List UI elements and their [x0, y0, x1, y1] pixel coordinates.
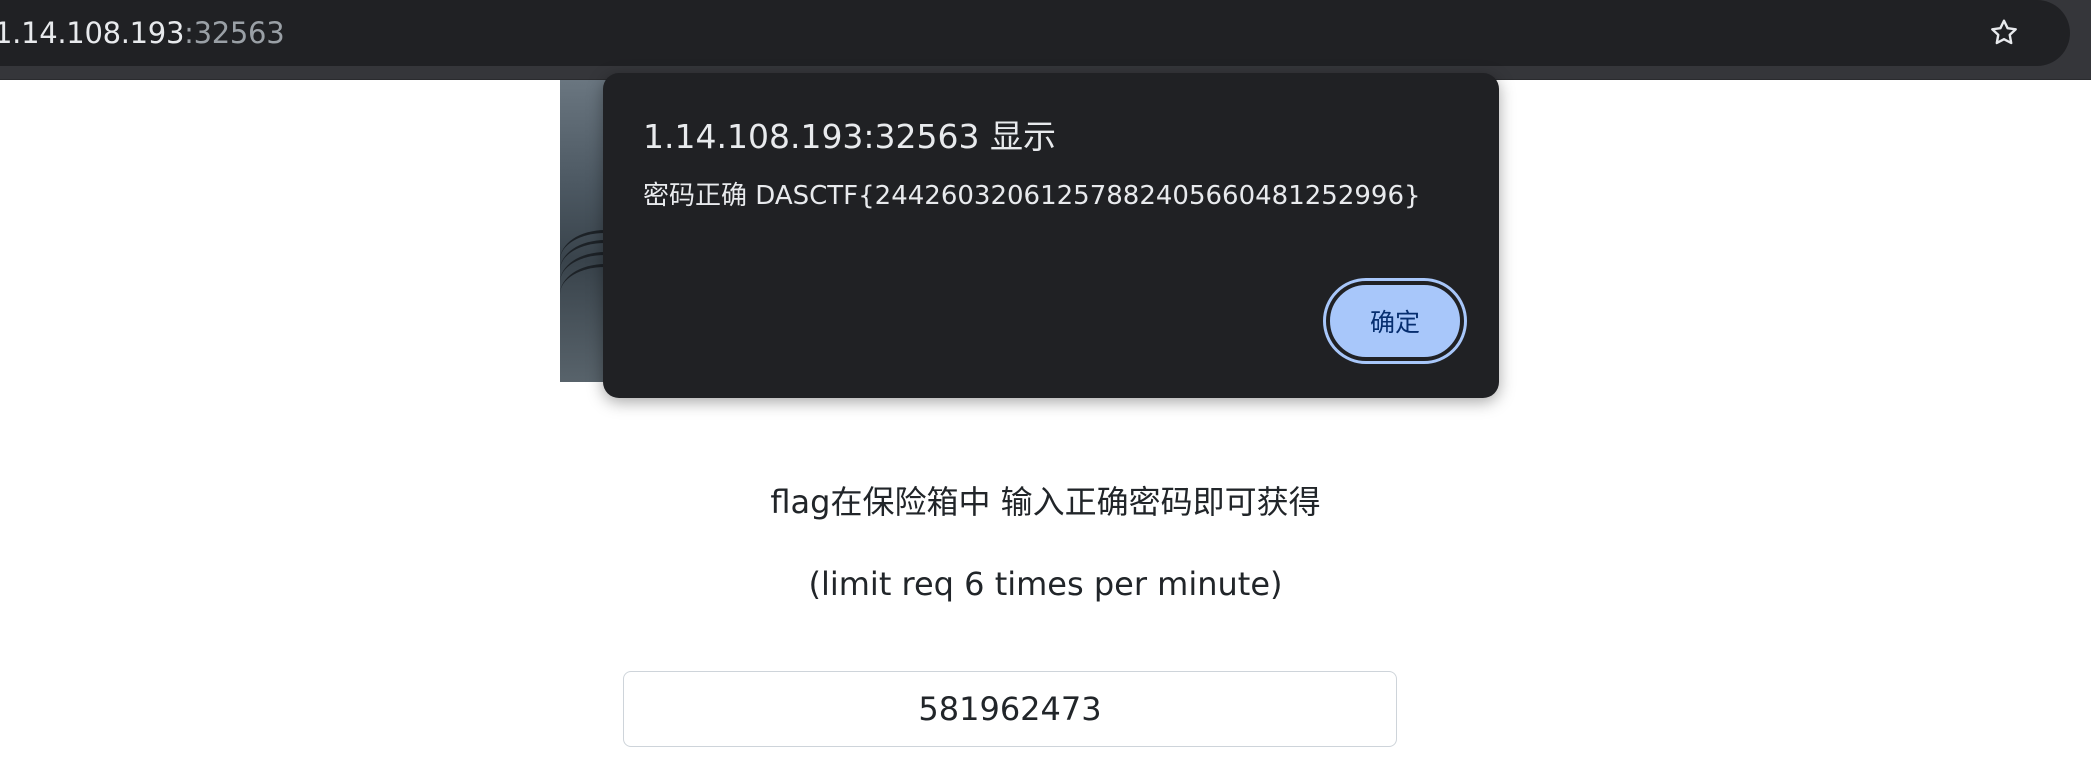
dialog-title: 1.14.108.193:32563 显示	[643, 117, 1057, 156]
url-text[interactable]: 1.14.108.193:32563	[0, 13, 285, 53]
rate-limit-text: (limit req 6 times per minute)	[808, 565, 1283, 603]
browser-toolbar: 1.14.108.193:32563	[0, 0, 2091, 80]
ok-button[interactable]: 确定	[1323, 278, 1467, 364]
address-bar[interactable]: 1.14.108.193:32563	[0, 0, 2070, 66]
password-input[interactable]	[623, 671, 1397, 747]
star-icon[interactable]	[1984, 13, 2024, 53]
alert-dialog: 1.14.108.193:32563 显示 密码正确 DASCTF{244260…	[603, 73, 1499, 398]
url-host: 1.14.108.193	[0, 16, 185, 50]
dialog-message: 密码正确 DASCTF{2442603206125788240566048125…	[643, 181, 1421, 211]
url-port: :32563	[184, 16, 285, 50]
instruction-text: flag在保险箱中 输入正确密码即可获得	[770, 483, 1321, 521]
